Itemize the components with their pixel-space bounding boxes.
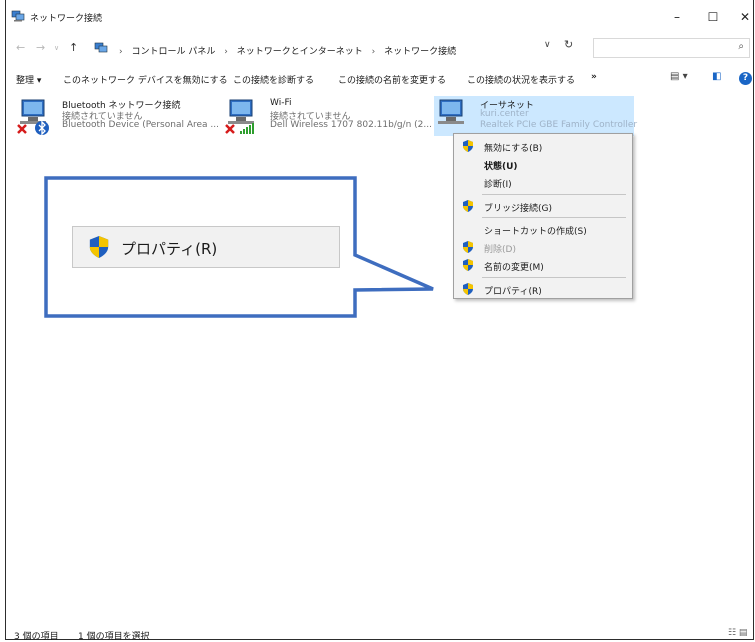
network-connections-window: ネットワーク接続 – ☐ ✕ ← → ∨ ↑ › コントロール パネル › ネッ… [5,0,754,642]
callout-properties-zoom: プロパティ(R) [72,226,340,268]
callout-label: プロパティ(R) [121,240,218,258]
item-count: 3 個の項目 [14,632,59,642]
status-bar: 3 個の項目 1 個の項目を選択 ☷ ▤ [6,626,753,642]
callout-outline [44,176,434,318]
uac-shield-icon [89,236,109,258]
selected-count: 1 個の項目を選択 [78,632,150,642]
view-toggle-icon[interactable]: ☷ ▤ [728,628,747,638]
